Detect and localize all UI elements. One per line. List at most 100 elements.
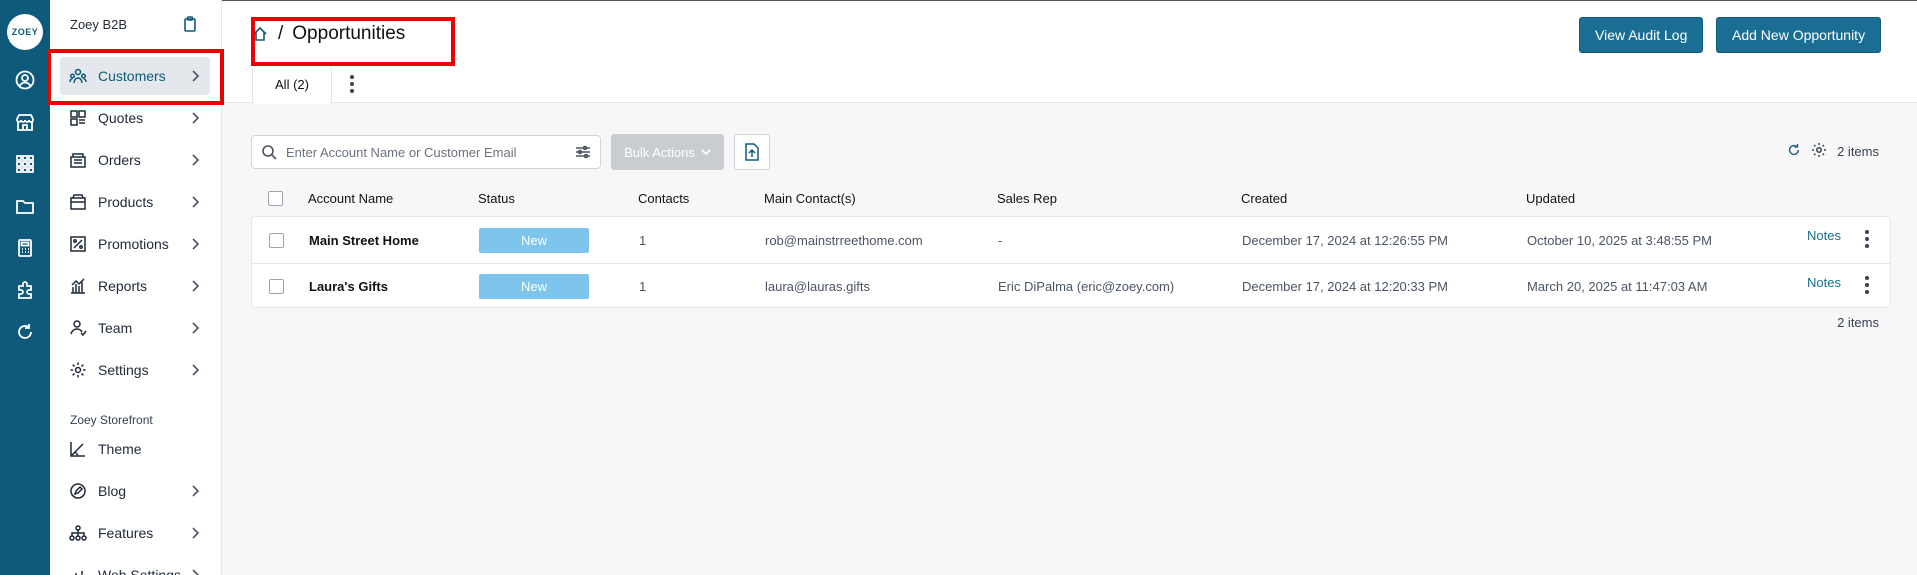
bulk-actions-button[interactable]: Bulk Actions [611, 134, 724, 170]
orders-icon [68, 150, 88, 170]
row-actions-icon[interactable] [1865, 229, 1869, 251]
export-upload-button[interactable] [734, 134, 770, 170]
gear-icon[interactable] [1811, 142, 1827, 161]
refresh-icon[interactable] [13, 320, 37, 344]
page-title: Opportunities [292, 23, 406, 44]
chevron-right-icon [188, 237, 202, 251]
chevron-right-icon [188, 484, 202, 498]
settings-icon [68, 360, 88, 380]
products-icon [68, 192, 88, 212]
sidebar-item-promotions[interactable]: Promotions [60, 225, 210, 263]
apps-grid-icon[interactable] [13, 152, 37, 176]
sidebar-item-customers[interactable]: Customers [60, 57, 210, 95]
sidebar-item-theme[interactable]: Theme [60, 430, 210, 468]
sidebar-item-label: Blog [98, 483, 127, 499]
created-date: December 17, 2024 at 12:20:33 PM [1242, 279, 1448, 294]
column-header[interactable]: Main Contact(s) [764, 191, 856, 206]
breadcrumb: / Opportunities [252, 23, 405, 45]
row-actions-icon[interactable] [1865, 276, 1869, 297]
updated-date: March 20, 2025 at 11:47:03 AM [1527, 279, 1708, 294]
sidebar-item-label: Settings [98, 362, 149, 378]
user-circle-icon[interactable] [13, 68, 37, 92]
sidebar-item-settings[interactable]: Settings [60, 351, 210, 389]
storefront-section-title: Zoey Storefront [70, 413, 153, 427]
notes-link[interactable]: Notes [1807, 275, 1841, 290]
upload-file-icon [745, 143, 759, 161]
folder-icon[interactable] [13, 194, 37, 218]
calculator-icon[interactable] [13, 236, 37, 260]
reports-icon [68, 276, 88, 296]
chevron-right-icon [188, 111, 202, 125]
tab-all[interactable]: All (2) [252, 65, 332, 104]
opportunities-table: Main Street Home New 1 rob@mainstrreetho… [251, 216, 1891, 308]
sales-rep: - [998, 232, 1003, 248]
sidebar-item-label: Quotes [98, 110, 144, 126]
column-header[interactable]: Status [478, 191, 515, 206]
team-icon [68, 318, 88, 338]
sidebar-item-orders[interactable]: Orders [60, 141, 210, 179]
main-contact: rob@mainstrreethome.com [765, 232, 923, 248]
updated-date: October 10, 2025 at 3:48:55 PM [1527, 232, 1713, 248]
chevron-right-icon [188, 321, 202, 335]
filter-sliders-icon[interactable] [575, 144, 591, 160]
add-new-opportunity-button[interactable]: Add New Opportunity [1716, 17, 1882, 53]
account-name[interactable]: Laura's Gifts [309, 279, 388, 294]
column-header[interactable]: Account Name [308, 191, 393, 206]
account-name[interactable]: Main Street Home [309, 233, 419, 248]
row-checkbox[interactable] [269, 232, 284, 248]
zoey-logo[interactable]: ZOEY [7, 14, 43, 50]
select-all-checkbox[interactable] [268, 190, 283, 206]
sidebar-item-products[interactable]: Products [60, 183, 210, 221]
theme-icon [68, 439, 88, 459]
sidebar-item-blog[interactable]: Blog [60, 472, 210, 510]
toolbar-right: 2 items [1787, 142, 1879, 161]
search-input[interactable] [286, 144, 575, 160]
table-row[interactable]: Main Street Home New 1 rob@mainstrreetho… [252, 217, 1890, 263]
column-header[interactable]: Updated [1526, 191, 1575, 206]
main-contact: laura@lauras.gifts [765, 279, 870, 294]
quotes-icon [68, 108, 88, 128]
table-row[interactable]: Laura's Gifts New 1 laura@lauras.gifts E… [252, 263, 1890, 309]
view-audit-log-button[interactable]: View Audit Log [1579, 17, 1704, 53]
contacts-count: 1 [639, 232, 647, 248]
icon-rail: ZOEY [0, 0, 50, 575]
features-icon [68, 523, 88, 543]
status-badge: New [479, 274, 589, 299]
search-icon [261, 144, 277, 160]
chevron-right-icon [188, 279, 202, 293]
sidebar-item-web-settings[interactable]: Web Settings [60, 556, 210, 575]
web-settings-icon [68, 565, 88, 575]
column-header[interactable]: Sales Rep [997, 191, 1057, 206]
column-header[interactable]: Created [1241, 191, 1287, 206]
created-date: December 17, 2024 at 12:26:55 PM [1242, 232, 1448, 248]
sidebar-item-features[interactable]: Features [60, 514, 210, 552]
chevron-right-icon [188, 363, 202, 377]
more-vertical-icon[interactable] [345, 73, 359, 95]
sidebar-item-team[interactable]: Team [60, 309, 210, 347]
chevron-right-icon [188, 526, 202, 540]
home-icon[interactable] [252, 26, 268, 42]
breadcrumb-separator: / [278, 23, 284, 44]
chevron-down-icon [701, 149, 711, 156]
footer-item-count: 2 items [1837, 315, 1879, 330]
column-header[interactable]: Contacts [638, 191, 689, 206]
puzzle-icon[interactable] [13, 278, 37, 302]
chevron-right-icon [188, 69, 202, 83]
store-icon[interactable] [13, 110, 37, 134]
sidebar-item-label: Theme [98, 441, 142, 457]
sidebar-item-quotes[interactable]: Quotes [60, 99, 210, 137]
promotions-icon [68, 234, 88, 254]
sidebar-item-label: Products [98, 194, 154, 210]
page-header: / Opportunities View Audit Log Add New O… [222, 0, 1917, 104]
store-name: Zoey B2B [70, 17, 128, 32]
sidebar-item-reports[interactable]: Reports [60, 267, 210, 305]
sales-rep: Eric DiPalma (eric@zoey.com) [998, 279, 1175, 294]
bulk-actions-label: Bulk Actions [624, 144, 695, 160]
clipboard-icon[interactable] [183, 16, 197, 32]
notes-link[interactable]: Notes [1807, 228, 1841, 243]
row-checkbox[interactable] [269, 279, 284, 294]
blog-icon [68, 481, 88, 501]
sidebar-item-label: Orders [98, 152, 141, 168]
refresh-icon[interactable] [1787, 143, 1801, 160]
sidebar-item-label: Features [98, 525, 154, 541]
